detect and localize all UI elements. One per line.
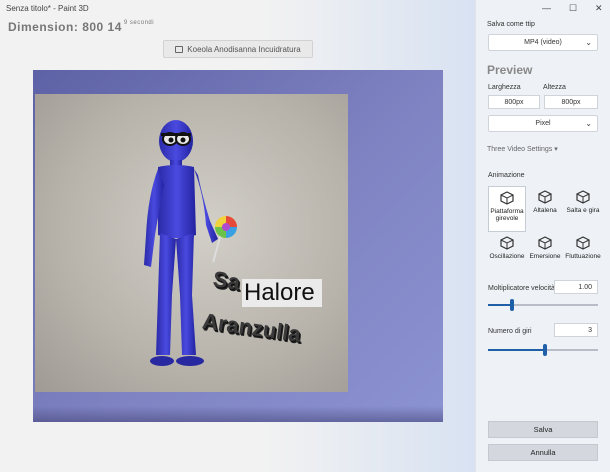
animation-label: Animazione [488,172,525,179]
canvas-area[interactable]: Senza titolo* - Paint 3D Dimension: 800 … [0,0,475,472]
oscillate-icon [500,236,514,250]
animation-turntable[interactable]: Piattaforma girevole [488,186,526,232]
width-input[interactable]: 800px [488,95,540,109]
animation-oscillate[interactable]: Oscillazione [488,232,526,278]
animation-emerge[interactable]: Emersione [526,232,564,278]
speed-slider-thumb[interactable] [510,299,514,311]
float-icon [576,236,590,250]
height-label: Altezza [543,84,566,91]
text-3d-sa[interactable]: Sa [211,266,241,295]
turntable-icon [500,191,514,205]
save-button[interactable]: Salva [488,421,598,438]
speed-label: Moltiplicatore velocità [488,285,555,292]
chevron-down-icon: ⌄ [585,119,592,128]
animation-label-jump-spin: Salta e gira [566,207,600,214]
three-video-settings-label: Three Video Settings [487,146,553,153]
animation-jump-spin[interactable]: Salta e gira [564,186,602,232]
turns-slider-thumb[interactable] [543,344,547,356]
window-title: Senza titolo* - Paint 3D [6,4,89,13]
dimension-readout: Dimension: 800 14 9 secondi [8,20,154,34]
minimize-button[interactable]: — [542,3,551,13]
unit-select[interactable]: Pixel ⌄ [488,115,598,132]
speed-slider-fill [488,304,512,306]
reset-crop-button[interactable]: Koeola Anodisanna Incuidratura [163,40,313,58]
dimension-value: 800 14 [82,20,122,34]
dimension-sub: 9 secondi [123,20,155,26]
animation-label-float: Fluttuazione [565,253,601,260]
format-value: MP4 (video) [524,39,562,46]
swing-icon [538,190,552,204]
turns-slider-fill [488,349,545,351]
reset-crop-label: Koeola Anodisanna Incuidratura [187,44,301,54]
dimension-label: Dimension: [8,20,79,34]
chevron-down-icon: ⌄ [585,38,592,47]
width-label: Larghezza [488,84,521,91]
speed-input[interactable]: 1.00 [554,280,598,294]
animation-float[interactable]: Fluttuazione [564,232,602,278]
three-video-settings-toggle[interactable]: Three Video Settings ▾ [487,145,558,153]
animation-swing[interactable]: Altalena [526,186,564,232]
crop-icon [175,45,184,53]
animation-label-swing: Altalena [533,207,557,214]
animation-label-emerge: Emersione [529,253,561,260]
turns-label: Numero di giri [488,328,532,335]
text-box-halore[interactable]: Halore [242,279,322,307]
chevron-down-icon: ▾ [554,146,558,153]
format-select[interactable]: MP4 (video) ⌄ [488,34,598,51]
emerge-icon [538,236,552,250]
jump-spin-icon [576,190,590,204]
unit-value: Pixel [535,120,551,127]
scene-floor [33,406,443,422]
height-input[interactable]: 800px [544,95,598,109]
preview-title: Preview [487,63,533,77]
animation-label-oscillate: Oscillazione [489,253,525,260]
maximize-button[interactable]: ☐ [569,3,577,14]
save-as-label: Salva come ttip [487,21,535,28]
animation-label-turntable: Piattaforma girevole [490,208,524,222]
close-button[interactable]: ✕ [595,3,603,14]
cancel-button[interactable]: Annulla [488,444,598,461]
turns-input[interactable]: 3 [554,323,598,337]
lollipop-icon [215,216,237,238]
